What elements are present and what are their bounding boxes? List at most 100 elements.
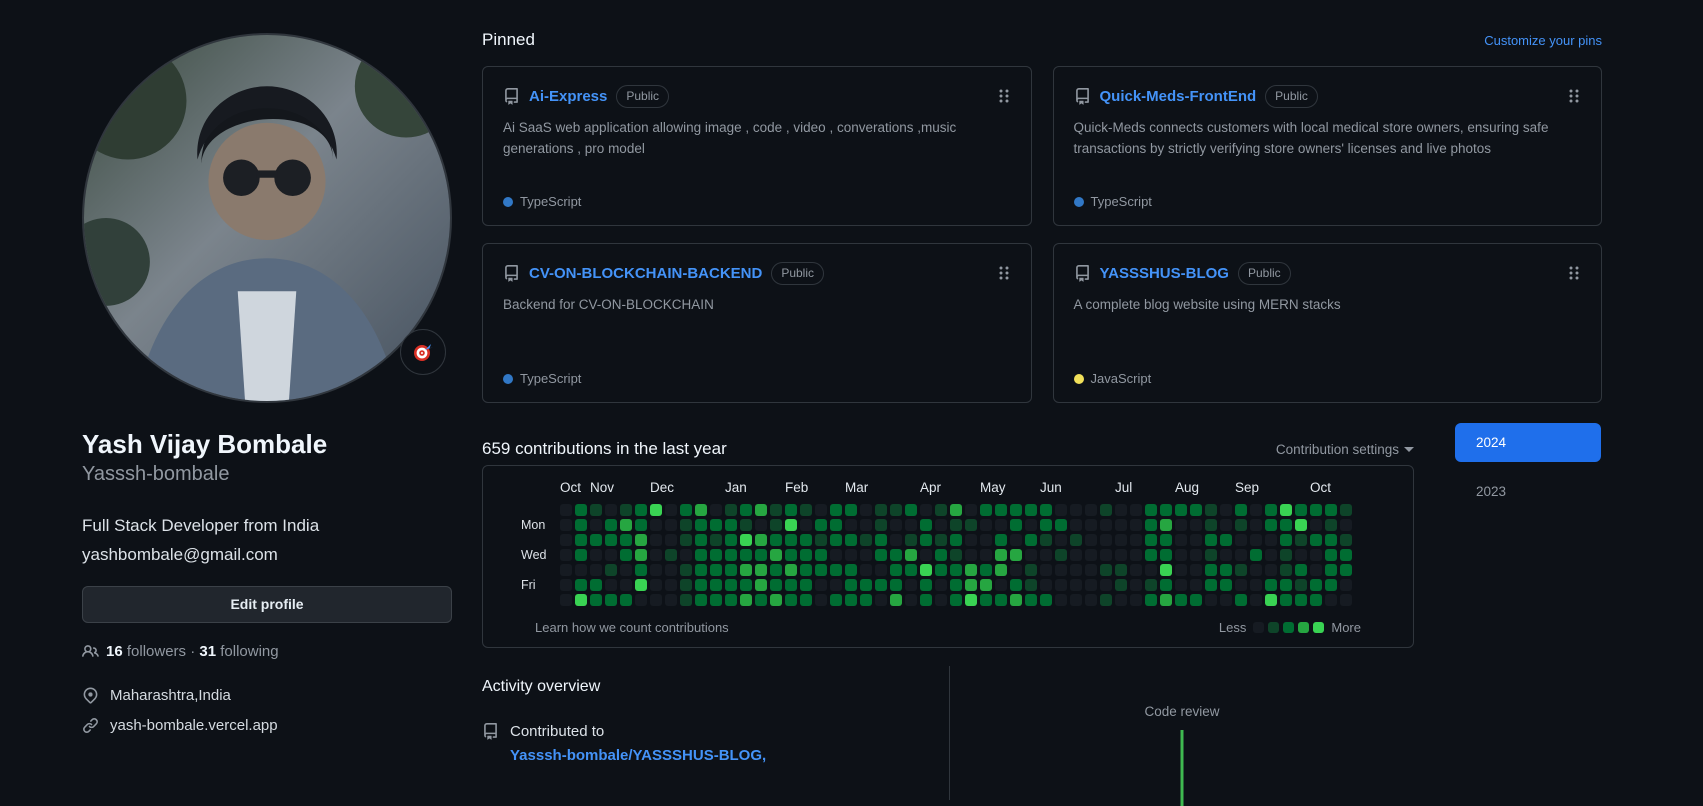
contribution-cell[interactable] [980,549,992,561]
contribution-cell[interactable] [845,564,857,576]
contribution-cell[interactable] [1340,549,1352,561]
contribution-cell[interactable] [1145,519,1157,531]
contribution-cell[interactable] [890,504,902,516]
contribution-cell[interactable] [1340,504,1352,516]
contribution-cell[interactable] [920,504,932,516]
contribution-cell[interactable] [800,534,812,546]
contribution-cell[interactable] [1070,594,1082,606]
contribution-cell[interactable] [785,519,797,531]
contribution-cell[interactable] [905,579,917,591]
contribution-cell[interactable] [1100,504,1112,516]
contribution-cell[interactable] [1160,549,1172,561]
contribution-cell[interactable] [920,519,932,531]
contribution-cell[interactable] [590,504,602,516]
contribution-cell[interactable] [1160,504,1172,516]
contribution-cell[interactable] [1055,534,1067,546]
contribution-cell[interactable] [980,564,992,576]
contribution-cell[interactable] [1325,534,1337,546]
contribution-cell[interactable] [1235,549,1247,561]
contribution-cell[interactable] [1280,504,1292,516]
contribution-cell[interactable] [1280,579,1292,591]
contribution-cell[interactable] [560,564,572,576]
contribution-cell[interactable] [770,549,782,561]
contribution-cell[interactable] [1295,519,1307,531]
contribution-cell[interactable] [1265,579,1277,591]
contribution-cell[interactable] [890,534,902,546]
contribution-cell[interactable] [995,504,1007,516]
contribution-cell[interactable] [1145,564,1157,576]
contribution-cell[interactable] [680,504,692,516]
contribution-cell[interactable] [755,579,767,591]
contribution-cell[interactable] [695,549,707,561]
contribution-cell[interactable] [1190,564,1202,576]
contribution-cell[interactable] [875,564,887,576]
contribution-cell[interactable] [890,519,902,531]
contribution-cell[interactable] [1250,519,1262,531]
contribution-cell[interactable] [635,579,647,591]
contribution-cell[interactable] [965,534,977,546]
contribution-cell[interactable] [1025,504,1037,516]
contribution-cell[interactable] [620,549,632,561]
contribution-cell[interactable] [1220,594,1232,606]
contribution-cell[interactable] [1100,594,1112,606]
contribution-cell[interactable] [620,564,632,576]
contribution-cell[interactable] [1205,564,1217,576]
contribution-cell[interactable] [635,564,647,576]
contribution-cell[interactable] [695,519,707,531]
contribution-cell[interactable] [590,564,602,576]
contribution-cell[interactable] [1250,504,1262,516]
contribution-cell[interactable] [1025,579,1037,591]
contribution-cell[interactable] [1340,564,1352,576]
contribution-cell[interactable] [1055,504,1067,516]
contribution-cell[interactable] [605,504,617,516]
contribution-cell[interactable] [1175,504,1187,516]
contribution-cell[interactable] [1010,564,1022,576]
contribution-cell[interactable] [860,579,872,591]
contribution-cell[interactable] [830,534,842,546]
contribution-cell[interactable] [905,519,917,531]
contribution-cell[interactable] [875,534,887,546]
contribution-cell[interactable] [1100,534,1112,546]
contribution-cell[interactable] [1010,549,1022,561]
contribution-cell[interactable] [1190,549,1202,561]
contribution-cell[interactable] [1085,594,1097,606]
contribution-cell[interactable] [1085,519,1097,531]
contribution-cell[interactable] [1175,579,1187,591]
contribution-cell[interactable] [845,579,857,591]
contribution-cell[interactable] [875,594,887,606]
contribution-cell[interactable] [1205,594,1217,606]
contribution-cell[interactable] [1175,564,1187,576]
drag-grip-icon[interactable] [1567,88,1581,104]
contribution-cell[interactable] [1265,504,1277,516]
contribution-cell[interactable] [650,534,662,546]
contribution-cell[interactable] [980,519,992,531]
contribution-cell[interactable] [560,519,572,531]
contribution-cell[interactable] [1205,519,1217,531]
contribution-cell[interactable] [575,564,587,576]
contribution-cell[interactable] [635,534,647,546]
contribution-cell[interactable] [845,504,857,516]
contribution-cell[interactable] [1130,594,1142,606]
contribution-cell[interactable] [1220,564,1232,576]
contribution-cell[interactable] [605,534,617,546]
contribution-cell[interactable] [1295,564,1307,576]
contribution-cell[interactable] [1100,519,1112,531]
contribution-cell[interactable] [710,519,722,531]
contribution-cell[interactable] [1130,534,1142,546]
contribution-cell[interactable] [950,504,962,516]
contribution-cell[interactable] [770,564,782,576]
contribution-cell[interactable] [620,519,632,531]
contribution-cell[interactable] [710,534,722,546]
contribution-cell[interactable] [785,564,797,576]
contribution-cell[interactable] [725,504,737,516]
contribution-settings-dropdown[interactable]: Contribution settings [1276,442,1414,457]
contribution-cell[interactable] [1070,564,1082,576]
contribution-cell[interactable] [830,564,842,576]
contribution-cell[interactable] [590,534,602,546]
contribution-cell[interactable] [1250,534,1262,546]
contribution-cell[interactable] [755,519,767,531]
contribution-cell[interactable] [1070,534,1082,546]
contribution-cell[interactable] [1160,519,1172,531]
contribution-cell[interactable] [650,549,662,561]
contribution-cell[interactable] [920,579,932,591]
